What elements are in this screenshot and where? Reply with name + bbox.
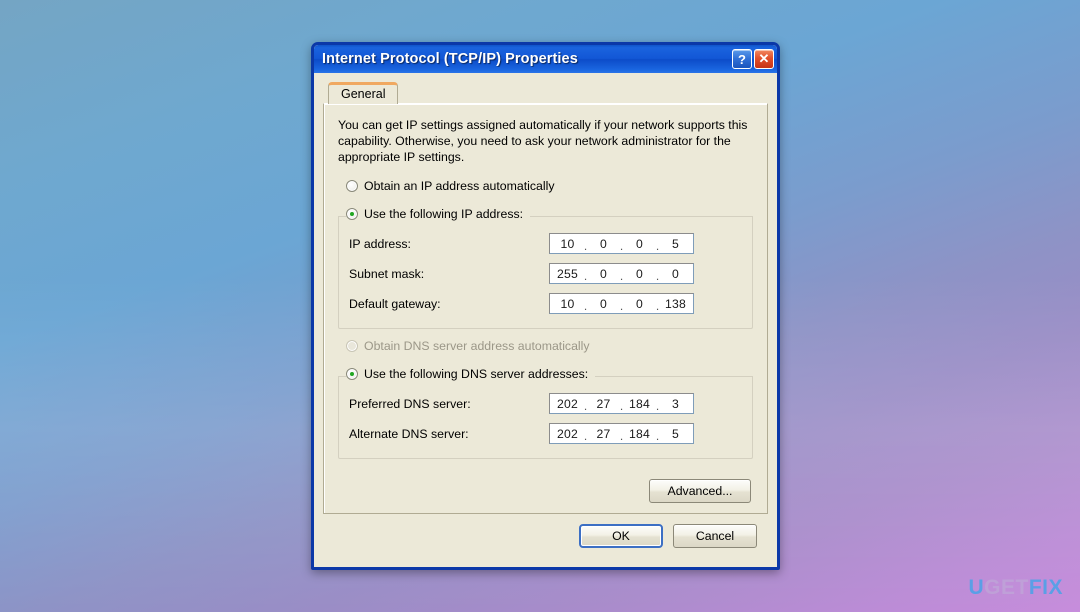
octet-separator: . [619,298,624,313]
watermark-part-1: U [968,576,985,599]
input-preferred-dns[interactable]: 202 . 27 . 184 . 3 [549,393,694,414]
octet-separator: . [619,238,624,253]
subnet-mask-octet-1: 255 [557,266,578,281]
watermark-part-3: FIX [1028,576,1063,599]
field-row-default-gateway: Default gateway: 10 . 0 . 0 . 138 [349,293,742,314]
radio-obtain-dns-automatically: Obtain DNS server address automatically [346,339,753,353]
octet-separator: . [583,398,588,413]
alternate-dns-octet-2: 27 [596,426,611,441]
label-default-gateway: Default gateway: [349,296,441,311]
radio-label-use-following-ip: Use the following IP address: [364,207,524,221]
field-row-alternate-dns: Alternate DNS server: 202 . 27 . 184 . 5 [349,423,742,444]
tcpip-properties-dialog: Internet Protocol (TCP/IP) Properties ? … [311,42,780,570]
dns-fields-frame: Preferred DNS server: 202 . 27 . 184 . 3 [338,376,753,459]
field-row-ip-address: IP address: 10 . 0 . 0 . 5 [349,233,742,254]
desktop-background: Internet Protocol (TCP/IP) Properties ? … [0,0,1080,612]
ip-address-octet-4: 5 [672,236,679,251]
radio-label-use-following-dns: Use the following DNS server addresses: [364,367,589,381]
preferred-dns-octet-4: 3 [672,396,679,411]
radio-indicator-use-following-dns [346,368,358,380]
ip-address-octet-2: 0 [600,236,607,251]
dialog-body: General You can get IP settings assigned… [314,73,777,567]
octet-separator: . [583,298,588,313]
input-subnet-mask[interactable]: 255 . 0 . 0 . 0 [549,263,694,284]
octet-separator: . [583,238,588,253]
input-alternate-dns[interactable]: 202 . 27 . 184 . 5 [549,423,694,444]
radio-indicator-obtain-ip [346,180,358,192]
label-subnet-mask: Subnet mask: [349,266,425,281]
field-row-subnet-mask: Subnet mask: 255 . 0 . 0 . 0 [349,263,742,284]
input-default-gateway[interactable]: 10 . 0 . 0 . 138 [549,293,694,314]
advanced-button[interactable]: Advanced... [649,479,751,503]
octet-separator: . [619,398,624,413]
default-gateway-octet-1: 10 [560,296,575,311]
preferred-dns-octet-2: 27 [596,396,611,411]
octet-separator: . [583,428,588,443]
default-gateway-octet-3: 0 [636,296,643,311]
label-alternate-dns: Alternate DNS server: [349,426,469,441]
field-row-preferred-dns: Preferred DNS server: 202 . 27 . 184 . 3 [349,393,742,414]
tab-panel-general: You can get IP settings assigned automat… [323,103,768,514]
octet-separator: . [655,268,660,283]
subnet-mask-octet-2: 0 [600,266,607,281]
preferred-dns-octet-1: 202 [557,396,578,411]
octet-separator: . [655,298,660,313]
dialog-footer: OK Cancel [323,514,768,558]
radio-label-obtain-ip: Obtain an IP address automatically [364,179,555,193]
ip-fields-frame: IP address: 10 . 0 . 0 . 5 Subnet mask: … [338,216,753,329]
ok-button[interactable]: OK [579,524,663,548]
watermark: U GET FIX [968,576,1063,600]
subnet-mask-octet-4: 0 [672,266,679,281]
octet-separator: . [655,398,660,413]
dialog-title: Internet Protocol (TCP/IP) Properties [322,51,578,67]
octet-separator: . [655,428,660,443]
ip-address-group: Use the following IP address: IP address… [338,207,753,329]
radio-indicator-obtain-dns [346,340,358,352]
tab-general[interactable]: General [328,82,399,104]
radio-label-obtain-dns: Obtain DNS server address automatically [364,339,590,353]
cancel-button[interactable]: Cancel [673,524,757,548]
octet-separator: . [619,428,624,443]
close-icon[interactable]: ✕ [754,49,774,69]
dns-server-group: Use the following DNS server addresses: … [338,367,753,459]
radio-obtain-ip-automatically[interactable]: Obtain an IP address automatically [346,179,753,193]
alternate-dns-octet-4: 5 [672,426,679,441]
default-gateway-octet-2: 0 [600,296,607,311]
description-text: You can get IP settings assigned automat… [338,118,748,164]
input-ip-address[interactable]: 10 . 0 . 0 . 5 [549,233,694,254]
radio-indicator-use-following-ip [346,208,358,220]
label-ip-address: IP address: [349,236,411,251]
alternate-dns-octet-3: 184 [629,426,650,441]
ip-address-octet-3: 0 [636,236,643,251]
tab-strip: General [323,80,768,104]
help-icon[interactable]: ? [732,49,752,69]
subnet-mask-octet-3: 0 [636,266,643,281]
advanced-button-row: Advanced... [338,473,753,503]
alternate-dns-octet-1: 202 [557,426,578,441]
octet-separator: . [655,238,660,253]
dialog-titlebar[interactable]: Internet Protocol (TCP/IP) Properties ? … [314,45,777,73]
octet-separator: . [583,268,588,283]
preferred-dns-octet-3: 184 [629,396,650,411]
ip-address-octet-1: 10 [560,236,575,251]
label-preferred-dns: Preferred DNS server: [349,396,471,411]
default-gateway-octet-4: 138 [665,296,686,311]
watermark-part-2: GET [984,576,1029,599]
radio-use-following-dns[interactable]: Use the following DNS server addresses: [346,367,596,381]
radio-use-following-ip[interactable]: Use the following IP address: [346,207,531,221]
octet-separator: . [619,268,624,283]
